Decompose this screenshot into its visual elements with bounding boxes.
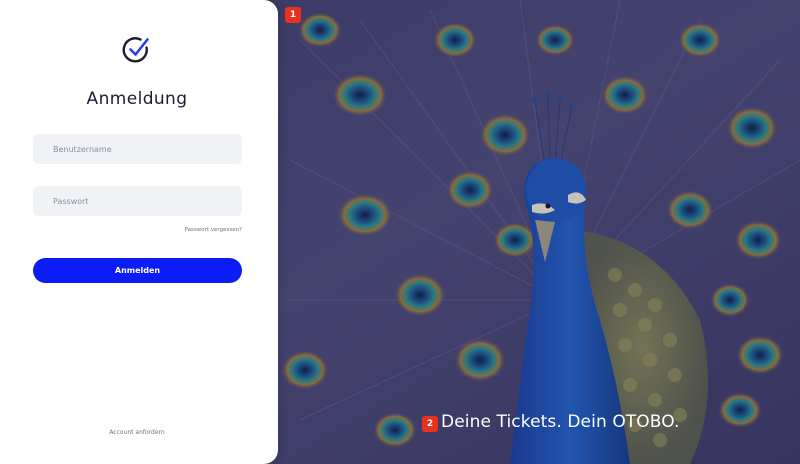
login-page: 1 2 Deine Tickets. Dein OTOBO. Anmeldung… [0, 0, 800, 464]
page-title: Anmeldung [86, 89, 188, 109]
forgot-password-link[interactable]: Passwort vergessen? [185, 227, 242, 233]
marker-badge-2: 2 [422, 416, 438, 432]
marker-badge-1: 1 [285, 7, 301, 23]
password-input[interactable] [33, 186, 242, 216]
username-input[interactable] [33, 134, 242, 164]
slogan-text: Deine Tickets. Dein OTOBO. [441, 412, 680, 432]
login-panel: Anmeldung Passwort vergessen? Anmelden A… [0, 0, 278, 464]
check-circle-icon [122, 37, 149, 63]
request-account-link[interactable]: Account anfordern [0, 429, 274, 436]
login-button[interactable]: Anmelden [33, 258, 242, 283]
